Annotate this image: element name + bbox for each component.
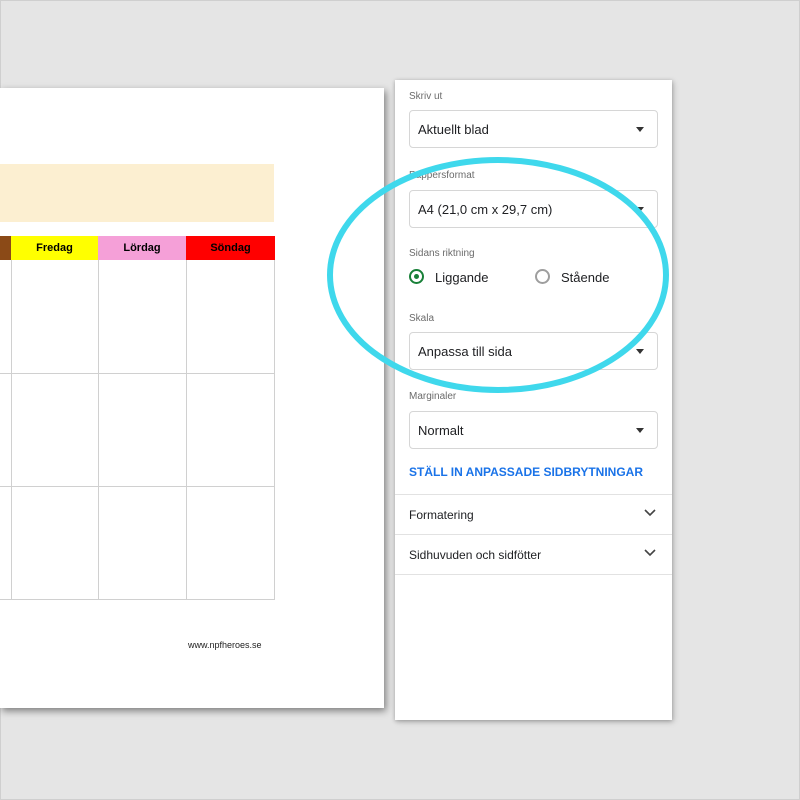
day-header-sunday: Söndag [186, 236, 275, 260]
grid-line [98, 260, 99, 599]
orientation-portrait-label: Stående [561, 270, 610, 285]
scale-value: Anpassa till sida [418, 344, 512, 359]
chevron-down-icon [644, 509, 656, 517]
section-headers-footers-label: Sidhuvuden och sidfötter [409, 548, 542, 562]
calendar-grid [0, 260, 275, 600]
grid-line [11, 260, 12, 599]
print-range-value: Aktuellt blad [418, 122, 489, 137]
grid-line [186, 260, 187, 599]
margins-value: Normalt [418, 423, 464, 438]
caret-down-icon [636, 428, 644, 433]
caret-down-icon [636, 349, 644, 354]
section-formatting-label: Formatering [409, 508, 474, 522]
day-header-thursday [0, 236, 11, 260]
calendar-title-band [0, 164, 274, 222]
scale-select[interactable]: Anpassa till sida [409, 332, 658, 370]
website-footer: www.npfheroes.se [188, 640, 262, 650]
print-label: Skriv ut [409, 91, 443, 102]
radio-checked-icon [409, 269, 424, 284]
paper-size-value: A4 (21,0 cm x 29,7 cm) [418, 202, 553, 217]
day-header-friday: Fredag [11, 236, 98, 260]
print-range-select[interactable]: Aktuellt blad [409, 110, 658, 148]
print-preview-page: Fredag Lördag Söndag www.npfheroes.se [0, 88, 384, 708]
paper-size-select[interactable]: A4 (21,0 cm x 29,7 cm) [409, 190, 658, 228]
margins-label: Marginaler [409, 391, 457, 402]
margins-select[interactable]: Normalt [409, 411, 658, 449]
grid-line [0, 486, 274, 487]
chevron-down-icon [644, 549, 656, 557]
divider [395, 574, 672, 575]
day-header-saturday: Lördag [98, 236, 186, 260]
orientation-landscape-label: Liggande [435, 270, 489, 285]
radio-unchecked-icon [535, 269, 550, 284]
orientation-label: Sidans riktning [409, 248, 475, 259]
print-settings-panel: Skriv ut Aktuellt blad Pappersformat A4 … [395, 80, 672, 720]
scale-label: Skala [409, 313, 435, 324]
section-formatting[interactable]: Formatering [395, 494, 672, 534]
caret-down-icon [636, 127, 644, 132]
paper-size-label: Pappersformat [409, 170, 475, 181]
section-headers-footers[interactable]: Sidhuvuden och sidfötter [395, 534, 672, 574]
grid-line [0, 373, 274, 374]
custom-page-breaks-link[interactable]: STÄLL IN ANPASSADE SIDBRYTNINGAR [409, 465, 643, 479]
caret-down-icon [636, 207, 644, 212]
